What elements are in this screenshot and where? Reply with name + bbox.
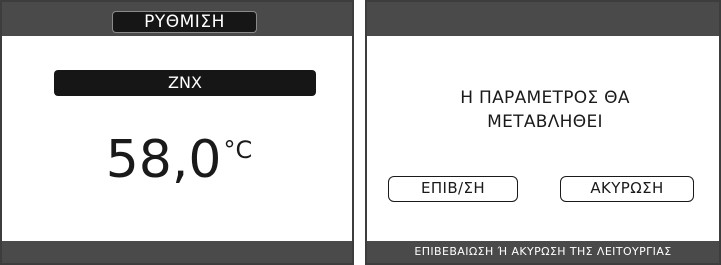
confirm-message: Η ΠΑΡΑΜΕΤΡΟΣ ΘΑ ΜΕΤΑΒΛΗΘΕΙ bbox=[367, 86, 719, 134]
bottom-bar bbox=[2, 241, 352, 263]
temperature-display[interactable]: 58,0°C bbox=[2, 130, 352, 190]
confirm-message-line: Η ΠΑΡΑΜΕΤΡΟΣ ΘΑ bbox=[460, 88, 630, 108]
parameter-name[interactable]: ZNX bbox=[54, 70, 316, 96]
cancel-button[interactable]: ΑΚΥΡΩΣΗ bbox=[560, 176, 694, 202]
confirm-button[interactable]: ΕΠΙΒ/ΣΗ bbox=[388, 176, 518, 202]
top-bar bbox=[367, 2, 719, 36]
confirm-screen: Η ΠΑΡΑΜΕΤΡΟΣ ΘΑ ΜΕΤΑΒΛΗΘΕΙ ΕΠΙΒ/ΣΗ ΑΚΥΡΩ… bbox=[365, 0, 721, 265]
setting-screen: ΡΥΘΜΙΣΗ ZNX 58,0°C bbox=[0, 0, 354, 265]
confirm-message-line: ΜΕΤΑΒΛΗΘΕΙ bbox=[487, 112, 603, 132]
footer-hint: ΕΠΙΒΕΒΑΙΩΣΗ Ή ΑΚΥΡΩΣΗ ΤΗΣ ΛΕΙΤΟΥΡΓΙΑΣ bbox=[367, 241, 719, 263]
screen-title: ΡΥΘΜΙΣΗ bbox=[112, 11, 257, 33]
temperature-value: 58,0 bbox=[105, 130, 222, 190]
temperature-unit: °C bbox=[223, 136, 253, 164]
